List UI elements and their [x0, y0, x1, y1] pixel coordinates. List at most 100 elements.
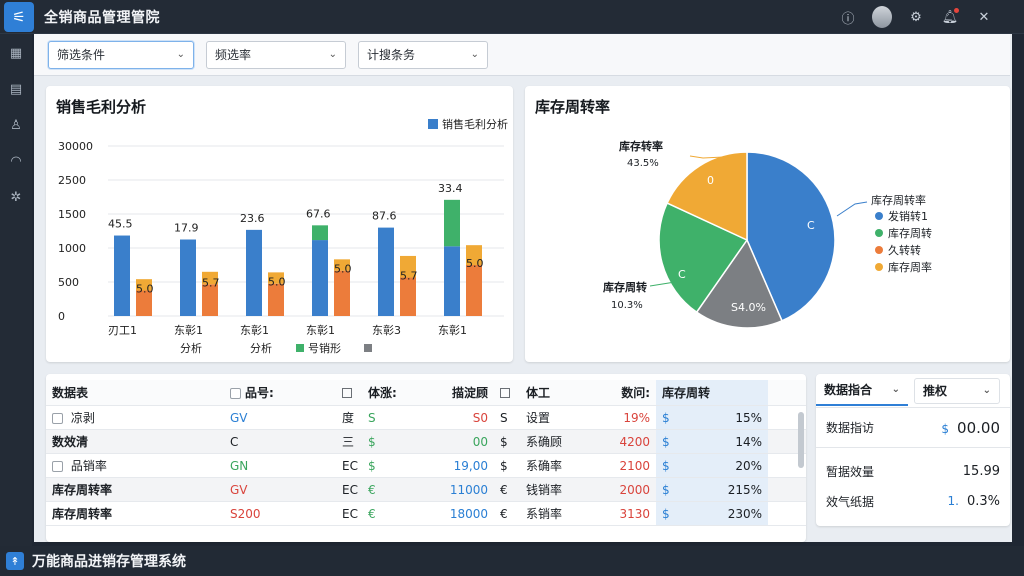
legend-label: 销售毛利分析 [442, 117, 508, 131]
bar-inner-label: 5.7 [202, 276, 220, 289]
column-toggle-icon[interactable] [342, 388, 352, 398]
column-toggle-icon[interactable] [500, 388, 510, 398]
cell-mark: EC [342, 482, 358, 497]
x-tick-label: 东彰1 [174, 323, 203, 337]
y-tick-label: 0 [58, 310, 65, 323]
bar-inner-label: 5.0 [466, 257, 484, 270]
cell-count: 19% [623, 410, 650, 425]
bar-inner-label: 5.0 [268, 276, 286, 289]
footer-title: 万能商品进销存管理系统 [32, 554, 186, 570]
bar-chart: 30000 2500 1500 1000 500 0 销售毛利分析 45.5 5.0 刃工1 17.… [58, 117, 508, 355]
legend-swatch [364, 344, 372, 352]
pie-callout-left-value: 10.3% [611, 300, 643, 311]
stat-value: 00.00 [957, 418, 1000, 437]
user-avatar[interactable] [872, 6, 892, 28]
legend-label: 库存周率 [888, 260, 932, 274]
notification-dot [954, 8, 959, 13]
cell-type: $ [368, 458, 376, 473]
cell-mark: EC [342, 506, 358, 521]
cell-currency: S [500, 410, 508, 425]
cell-type: € [368, 482, 376, 497]
tab-data-metrics[interactable]: 数据指合 ⌄ [816, 376, 908, 406]
user-icon[interactable]: ♙ [7, 116, 25, 134]
cell-dollar: $ [662, 506, 670, 521]
tab-label: 数据指合 [824, 383, 873, 397]
filter-select-condition[interactable]: 筛选条件 ⌄ [48, 40, 194, 69]
bar-blue [246, 229, 262, 316]
cell-status: 系确顾 [526, 435, 563, 449]
x-group-label: 分析 [250, 341, 272, 355]
bar-inner-label: 5.7 [400, 269, 418, 282]
cell-code: GN [230, 458, 249, 473]
table-row[interactable]: 库存周转率 GV EC € 11000 € 钱销率 2000 $ 215% [46, 478, 806, 502]
left-nav: ▦ ▤ ♙ ◠ ✲ [0, 34, 32, 546]
legend-dot [875, 212, 883, 220]
footer-bar: ↟ 万能商品进销存管理系统 [0, 546, 1024, 576]
table-row[interactable]: 数效清 C 三 $ 00 $ 系确顾 4200 $ 14% [46, 430, 806, 454]
main-content: 筛选条件 ⌄ 频选率 ⌄ 计搜条务 ⌄ 销售毛利分析 30000 2500 1500… [34, 34, 1012, 542]
stats-tabs: 数据指合 ⌄ 推权 ⌄ [816, 374, 1010, 408]
legend-dot [875, 229, 883, 237]
col-header: 库存周转 [662, 386, 711, 400]
cell-value: 00 [472, 434, 488, 449]
dashboard-icon[interactable]: ▤ [7, 80, 25, 98]
cell-type: S [368, 410, 376, 425]
bar-blue [444, 246, 460, 316]
stats-panel: 数据指合 ⌄ 推权 ⌄ 数据指访 $00.00 暂据效量 15.99 效气纸据 1.… [816, 374, 1010, 526]
gear-icon[interactable]: ⚙ [906, 7, 926, 27]
settings-icon[interactable]: ✲ [7, 188, 25, 206]
cell-status: 设置 [526, 411, 551, 425]
table-row[interactable]: 品销率 GN EC $ 19,00 $ 系确率 2100 $ 20% [46, 454, 806, 478]
tab-label: 推权 [923, 384, 948, 398]
cell-value: 11000 [449, 482, 488, 497]
stat-label: 效气纸据 [826, 494, 875, 509]
cell-count: 4200 [619, 434, 650, 449]
y-tick-label: 30000 [58, 140, 93, 153]
chevron-down-icon: ⌄ [470, 49, 479, 60]
legend-dot [875, 263, 883, 271]
filter-select-search[interactable]: 计搜条务 ⌄ [358, 40, 488, 69]
table-row[interactable]: 库存周转率 S200 EC € 18000 € 系销率 3130 $ 230% [46, 502, 806, 526]
grid-icon[interactable]: ▦ [7, 44, 25, 62]
bell-icon[interactable]: 🔔︎ [940, 7, 960, 27]
tab-weight[interactable]: 推权 ⌄ [914, 377, 1000, 404]
cell-rate: 20% [735, 458, 762, 473]
signal-icon[interactable]: ◠ [7, 152, 25, 170]
stat-label: 数据指访 [826, 421, 875, 435]
cell-status: 系销率 [526, 507, 563, 521]
cell-currency: $ [500, 458, 508, 473]
bar-inner-label: 5.0 [136, 283, 154, 296]
row-name: 凉剥 [70, 411, 95, 425]
cell-currency: € [500, 482, 508, 497]
pie-callout-left-title: 库存周转 [603, 280, 647, 294]
cell-status: 钱销率 [526, 483, 563, 497]
checkbox-icon[interactable] [230, 388, 241, 399]
cell-dollar: $ [662, 482, 670, 497]
alert-icon[interactable]: ⓘ [838, 7, 858, 27]
table-scrollbar[interactable] [798, 412, 804, 468]
pie-label-orange: 0 [707, 174, 714, 187]
bar-green [312, 225, 328, 241]
row-checkbox[interactable] [52, 413, 63, 424]
x-tick-label: 东彰1 [438, 323, 467, 337]
col-header: 体工 [526, 386, 551, 400]
avatar [872, 6, 892, 28]
data-table-panel: 数据表 品号: 体涨: 描淀顾 体工 数问: 库存周转 凉剥 GV 度 S S0… [46, 374, 806, 542]
col-header: 描淀顾 [451, 386, 488, 400]
bar-value-label: 67.6 [306, 207, 331, 220]
cell-count: 2000 [619, 482, 650, 497]
row-name: 库存周转率 [52, 483, 113, 497]
cell-mark: 三 [342, 435, 355, 449]
cell-dollar: $ [662, 410, 670, 425]
row-checkbox[interactable] [52, 461, 63, 472]
bar-blue [180, 239, 196, 316]
filter-select-rate[interactable]: 频选率 ⌄ [206, 40, 346, 69]
app-logo-icon: ⚟ [4, 1, 34, 32]
stat-row: 暂据效量 15.99 [816, 456, 1010, 486]
x-group-label: 分析 [180, 341, 202, 355]
pie-callout-top-value: 43.5% [627, 158, 659, 169]
cell-rate: 230% [727, 506, 762, 521]
stat-row: 数据指访 $00.00 [816, 408, 1010, 448]
close-icon[interactable]: ✕ [974, 7, 994, 27]
table-row[interactable]: 凉剥 GV 度 S S0 S 设置 19% $ 15% [46, 406, 806, 430]
